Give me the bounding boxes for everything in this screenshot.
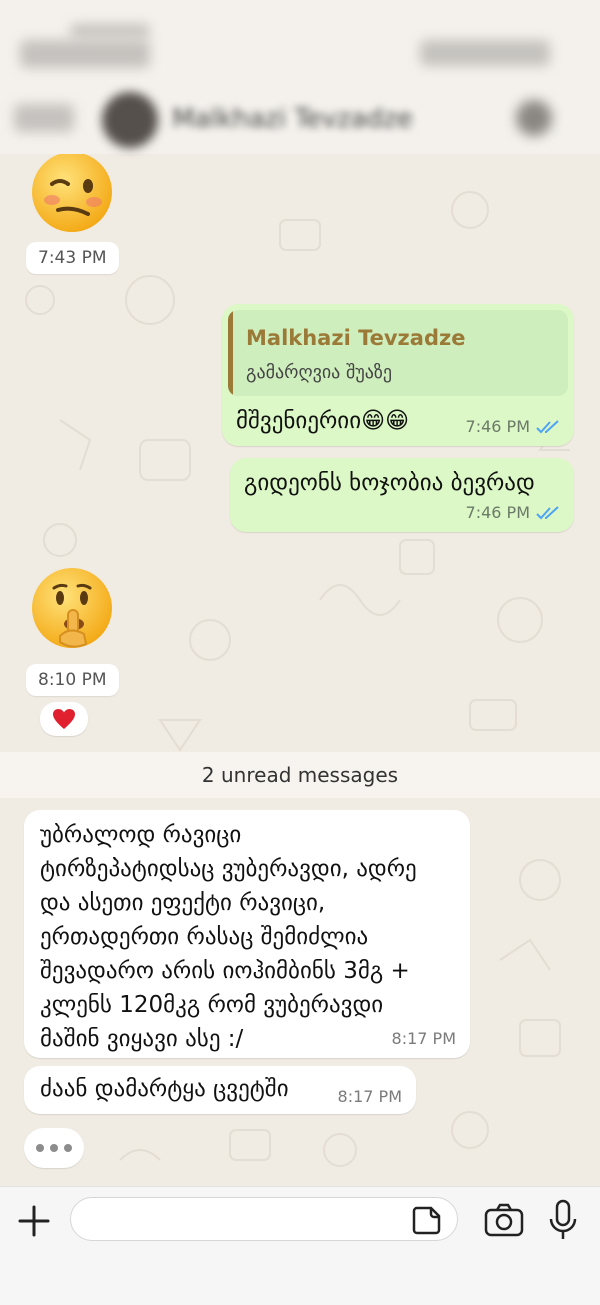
message-line: კლენს 120მკგ რომ ვუბერავდი: [40, 992, 384, 1018]
plus-icon[interactable]: [14, 1201, 54, 1241]
typing-dot: [64, 1144, 72, 1152]
message-meta: 7:46 PM: [466, 417, 560, 436]
message-time: 7:43 PM: [26, 242, 119, 274]
message-time: 8:10 PM: [26, 664, 119, 696]
call-button[interactable]: [516, 100, 552, 136]
quoted-message[interactable]: Malkhazi Tevzadze გამარღვია შუაზე: [228, 310, 568, 396]
incoming-message[interactable]: ძაან დამარტყა ცვეტში 8:17 PM: [24, 1066, 416, 1114]
heart-reaction[interactable]: [40, 702, 88, 736]
heart-icon: [53, 709, 75, 729]
message-text: მშვენიერიი😁😁: [236, 408, 410, 434]
message-meta: 8:17 PM: [338, 1087, 402, 1106]
message-line: და ასეთი ეფექტი რავიცი,: [40, 890, 326, 916]
camera-icon[interactable]: [484, 1203, 524, 1237]
message-text: გიდეონს ხოჯობია ბევრად: [244, 470, 535, 496]
sticker-icon[interactable]: [412, 1205, 442, 1235]
message-input[interactable]: [70, 1197, 458, 1241]
message-text: ძაან დამარტყა ცვეტში: [40, 1076, 289, 1102]
unread-messages-banner: 2 unread messages: [0, 752, 600, 798]
message-input-bar: [0, 1186, 600, 1305]
typing-indicator: [24, 1128, 84, 1168]
status-detail: [70, 24, 150, 38]
woozy-face-emoji: [32, 152, 112, 232]
contact-name[interactable]: Malkhazi Tevzadze: [172, 104, 413, 134]
double-check-icon: [536, 505, 559, 519]
message-time: 7:46 PM: [465, 503, 530, 522]
quote-text: გამარღვია შუაზე: [246, 362, 393, 383]
status-time: [20, 40, 150, 68]
typing-dot: [36, 1144, 44, 1152]
back-button[interactable]: [14, 104, 74, 132]
status-bar: [0, 0, 600, 80]
typing-dot: [50, 1144, 58, 1152]
microphone-icon[interactable]: [548, 1199, 578, 1241]
incoming-message[interactable]: უბრალოდ რავიცი ტირზეპატიდსაც ვუბერავდი, …: [24, 810, 470, 1058]
outgoing-message-reply[interactable]: Malkhazi Tevzadze გამარღვია შუაზე მშვენი…: [222, 304, 574, 446]
status-icons: [420, 40, 550, 66]
quote-accent-bar: [228, 310, 233, 396]
quote-author: Malkhazi Tevzadze: [246, 326, 466, 350]
message-meta: 7:46 PM: [466, 503, 560, 522]
contact-avatar[interactable]: [102, 92, 158, 148]
outgoing-message[interactable]: გიდეონს ხოჯობია ბევრად 7:46 PM: [230, 458, 574, 532]
message-line: უბრალოდ რავიცი: [40, 822, 242, 848]
message-line: შევადარო არის იოჰიმბინს 3მგ +: [40, 958, 410, 984]
message-line: ერთადერთი რასაც შემიძლია: [40, 924, 369, 950]
double-check-icon: [536, 419, 559, 433]
message-text-block: უბრალოდ რავიცი ტირზეპატიდსაც ვუბერავდი, …: [40, 818, 417, 1056]
message-line: მაშინ ვიყავი ასე :/: [40, 1026, 244, 1052]
message-time: 8:17 PM: [391, 1029, 456, 1048]
message-meta: 8:17 PM: [392, 1029, 456, 1048]
message-time: 7:46 PM: [465, 417, 530, 436]
message-time: 8:17 PM: [337, 1087, 402, 1106]
shushing-face-emoji: [32, 568, 112, 648]
message-line: ტირზეპატიდსაც ვუბერავდი, ადრე: [40, 856, 417, 882]
